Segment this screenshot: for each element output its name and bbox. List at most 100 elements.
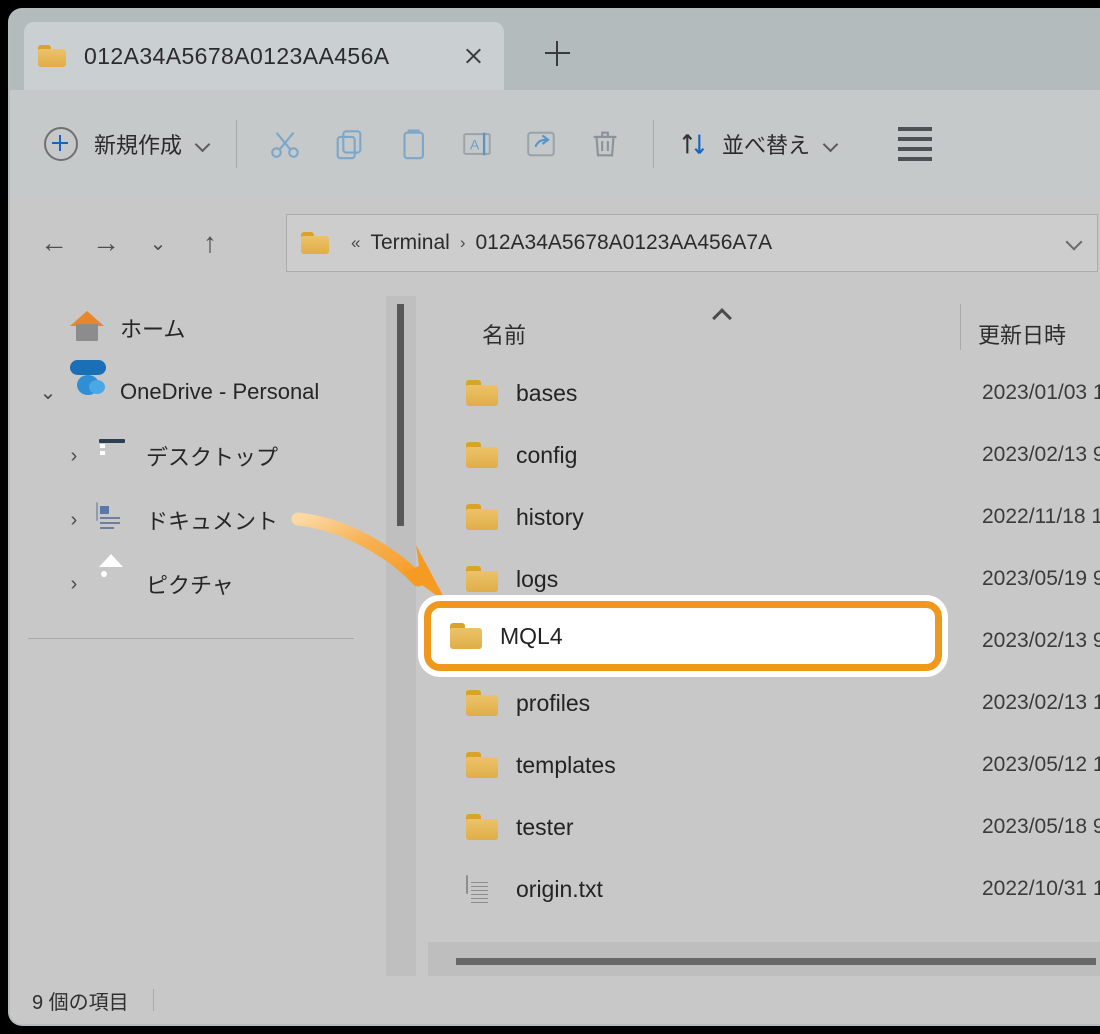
file-date: 2023/01/03 1 (982, 381, 1100, 404)
folder-icon (466, 442, 498, 468)
folder-icon (466, 814, 498, 840)
file-name: origin.txt (516, 875, 603, 902)
breadcrumb-segment-current[interactable]: 012A34A5678A0123AA456A7A (476, 231, 773, 255)
circle-plus-icon (44, 127, 78, 161)
folder-icon (466, 566, 498, 592)
file-name: logs (516, 565, 559, 592)
chevron-down-icon[interactable] (196, 137, 210, 151)
chevron-right-icon[interactable]: › (52, 445, 96, 468)
file-name: config (516, 441, 578, 468)
sidebar-item-pictures[interactable]: › ピクチャ (10, 552, 382, 616)
sidebar-divider (28, 638, 354, 639)
new-button[interactable]: 新規作成 (34, 116, 220, 172)
status-divider (152, 989, 154, 1011)
pictures-icon (96, 554, 130, 601)
breadcrumb-segment-terminal[interactable]: Terminal (370, 231, 449, 255)
desktop-icon (96, 439, 130, 473)
chevron-right-icon[interactable]: › (52, 573, 96, 596)
chevron-down-icon[interactable] (824, 137, 838, 151)
navigation-sidebar: ホーム ⌄ OneDrive - Personal › デスクトップ › ドキュ… (10, 296, 382, 1024)
toolbar-divider (236, 120, 238, 168)
sort-button[interactable]: 並べ替え (670, 116, 846, 172)
item-count-label: 9 個の項目 (32, 991, 129, 1014)
svg-text:A: A (470, 138, 480, 154)
file-date: 2023/02/13 9 (982, 629, 1100, 652)
paste-icon[interactable] (381, 116, 445, 172)
vertical-scrollbar[interactable] (386, 296, 416, 980)
share-icon[interactable] (509, 116, 573, 172)
column-header-date[interactable]: 更新日時 (978, 318, 1066, 350)
new-tab-button[interactable] (537, 33, 577, 73)
file-name: profiles (516, 689, 591, 716)
sort-arrows-icon (678, 128, 710, 160)
file-date: 2022/10/31 1 (982, 877, 1100, 900)
close-icon[interactable] (456, 39, 490, 73)
navigation-bar: ← → ⌄ ↑ « Terminal › 012A34A5678A0123AA4… (10, 198, 1100, 288)
file-list-pane: 名前 更新日時 bases 2023/01/03 1 config 2023/0… (420, 296, 1100, 1024)
arrow-left-icon[interactable]: ← (28, 217, 80, 269)
sidebar-item-documents[interactable]: › ドキュメント (10, 488, 382, 552)
file-date: 2023/05/19 9 (982, 567, 1100, 590)
rename-icon[interactable]: A (445, 116, 509, 172)
breadcrumb-separator: › (459, 233, 466, 252)
vertical-scrollbar-thumb[interactable] (397, 304, 404, 526)
table-row[interactable]: templates 2023/05/12 1 (420, 734, 1100, 796)
list-view-icon[interactable] (860, 116, 933, 172)
status-bar: 9 個の項目 (10, 976, 1100, 1024)
sidebar-item-onedrive[interactable]: ⌄ OneDrive - Personal (10, 360, 382, 424)
table-row[interactable]: logs 2023/05/19 9 (420, 548, 1100, 610)
table-row[interactable]: config 2023/02/13 9 (420, 424, 1100, 486)
copy-icon[interactable] (317, 116, 381, 172)
file-name: tester (516, 813, 574, 840)
sidebar-item-label: ホーム (120, 317, 186, 342)
sidebar-item-label: ピクチャ (146, 573, 234, 598)
horizontal-scrollbar[interactable] (428, 942, 1100, 980)
chevron-down-icon[interactable]: ⌄ (26, 380, 70, 405)
home-icon (70, 311, 104, 345)
table-row[interactable]: tester 2023/05/18 9 (420, 796, 1100, 858)
file-name: templates (516, 751, 616, 778)
cut-icon[interactable] (253, 116, 317, 172)
table-row[interactable]: bases 2023/01/03 1 (420, 362, 1100, 424)
chevron-down-icon[interactable] (1067, 235, 1083, 251)
command-toolbar: 新規作成 A 並べ替え (10, 90, 1100, 198)
table-row[interactable]: origin.txt 2022/10/31 1 (420, 858, 1100, 920)
file-date: 2023/02/13 1 (982, 691, 1100, 714)
chevron-right-icon[interactable]: › (52, 509, 96, 532)
tab-active[interactable]: 012A34A5678A0123AA456A (24, 22, 504, 90)
toolbar-divider-2 (653, 120, 655, 168)
sidebar-item-home[interactable]: ホーム (10, 296, 382, 360)
file-date: 2023/02/13 9 (982, 443, 1100, 466)
file-name: history (516, 503, 584, 530)
text-file-icon (466, 875, 498, 903)
sort-button-label: 並べ替え (722, 133, 811, 158)
sidebar-item-label: OneDrive - Personal (120, 379, 320, 404)
column-header-name[interactable]: 名前 (482, 318, 526, 350)
screenshot-root: 012A34A5678A0123AA456A 新規作成 A 並べ替え ← → ⌄… (0, 0, 1100, 1034)
file-date: 2023/05/18 9 (982, 815, 1100, 838)
sidebar-item-label: ドキュメント (146, 509, 279, 534)
arrow-up-icon[interactable]: ↑ (184, 217, 236, 269)
folder-icon (466, 504, 498, 530)
new-button-label: 新規作成 (94, 133, 183, 158)
delete-icon[interactable] (573, 116, 637, 172)
folder-icon (301, 232, 329, 254)
chevron-up-icon[interactable] (712, 306, 732, 318)
breadcrumb-overflow[interactable]: « (351, 233, 360, 253)
folder-icon (466, 752, 498, 778)
sidebar-item-desktop[interactable]: › デスクトップ (10, 424, 382, 488)
table-row[interactable]: history 2022/11/18 1 (420, 486, 1100, 548)
folder-icon (466, 380, 498, 406)
arrow-right-icon[interactable]: → (80, 217, 132, 269)
horizontal-scrollbar-thumb[interactable] (456, 958, 1096, 965)
tab-strip: 012A34A5678A0123AA456A (10, 10, 1100, 90)
column-header-row: 名前 更新日時 (420, 296, 1100, 362)
file-rows: bases 2023/01/03 1 config 2023/02/13 9 h… (420, 362, 1100, 920)
column-divider[interactable] (960, 304, 961, 350)
table-row-mql4[interactable]: MQL4 2023/02/13 9 (420, 610, 1100, 672)
cloud-icon (70, 360, 106, 409)
documents-icon (96, 502, 130, 537)
table-row[interactable]: profiles 2023/02/13 1 (420, 672, 1100, 734)
address-bar[interactable]: « Terminal › 012A34A5678A0123AA456A7A (286, 214, 1098, 272)
recent-locations-chevron-down-icon[interactable]: ⌄ (132, 217, 184, 269)
